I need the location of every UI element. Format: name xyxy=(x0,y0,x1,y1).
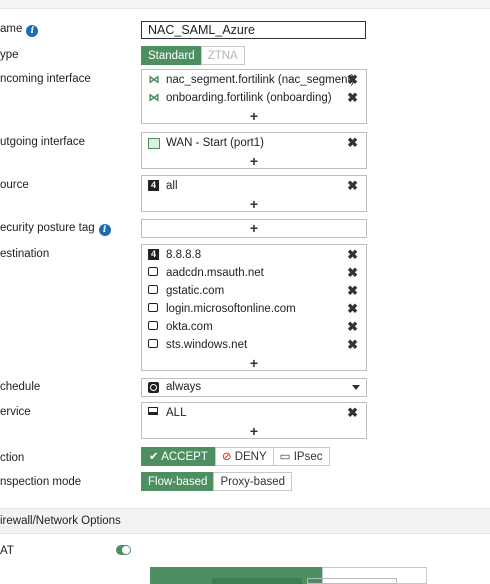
remove-icon[interactable]: ✖ xyxy=(347,177,358,195)
service-label: ervice xyxy=(0,406,31,418)
remove-icon[interactable]: ✖ xyxy=(347,264,358,282)
add-icon[interactable]: + xyxy=(142,152,366,170)
remove-icon[interactable]: ✖ xyxy=(347,89,358,107)
destination-label: estination xyxy=(0,248,50,260)
incoming-item: ⋈ onboarding.fortilink (onboarding) ✖ xyxy=(148,89,359,107)
fqdn-icon xyxy=(148,339,158,348)
inspection-mode-label: nspection mode xyxy=(0,476,82,488)
schedule-label: chedule xyxy=(0,381,41,393)
outgoing-item: WAN - Start (port1) ✖ xyxy=(142,134,366,152)
remove-icon[interactable]: ✖ xyxy=(347,336,358,354)
type-toggle: Standard ZTNA xyxy=(141,46,245,65)
destination-item: sts.windows.net ✖ xyxy=(142,336,366,354)
remove-icon[interactable]: ✖ xyxy=(347,282,358,300)
address-icon: 4 xyxy=(148,249,159,260)
incoming-item: ⋈ nac_segment.fortilink (nac_segment) ✖ xyxy=(148,71,359,89)
schedule-select[interactable]: always xyxy=(141,378,367,397)
remove-icon[interactable]: ✖ xyxy=(347,404,358,422)
source-label: ource xyxy=(0,179,29,191)
info-icon[interactable]: i xyxy=(98,224,111,236)
incoming-interface-box[interactable]: ⋈ nac_segment.fortilink (nac_segment) ✖ ⋈ o… xyxy=(141,69,367,124)
ipsec-button[interactable]: ▭ IPsec xyxy=(272,447,330,466)
destination-item: 4 8.8.8.8 ✖ xyxy=(142,246,366,264)
fqdn-icon xyxy=(148,303,158,312)
inspection-mode-toggle: Flow-based Proxy-based xyxy=(141,472,293,491)
address-icon: 4 xyxy=(148,180,159,191)
add-icon[interactable]: + xyxy=(142,220,366,238)
remove-icon[interactable]: ✖ xyxy=(347,300,358,318)
type-ztna-button[interactable]: ZTNA xyxy=(200,46,245,65)
destination-item: gstatic.com ✖ xyxy=(142,282,366,300)
action-toggle: ✔ ACCEPT ⊘ DENY ▭ IPsec xyxy=(141,447,330,466)
deny-icon: ⊘ xyxy=(221,451,232,463)
chevron-down-icon xyxy=(352,385,360,390)
add-icon[interactable]: + xyxy=(142,354,366,372)
name-label: ame i xyxy=(0,23,39,37)
nat-label: AT xyxy=(0,545,14,557)
schedule-icon xyxy=(148,382,159,393)
info-icon[interactable]: i xyxy=(26,25,39,37)
ok-button[interactable] xyxy=(212,578,302,584)
remove-icon[interactable]: ✖ xyxy=(347,318,358,336)
fqdn-icon xyxy=(148,321,158,330)
port-icon xyxy=(148,138,160,149)
cancel-button[interactable] xyxy=(307,578,397,584)
service-item: ALL ✖ xyxy=(142,404,366,422)
add-icon[interactable]: + xyxy=(142,422,366,440)
service-icon xyxy=(148,407,158,415)
destination-item: login.microsoftonline.com ✖ xyxy=(142,300,366,318)
nat-toggle[interactable] xyxy=(116,545,131,555)
add-icon[interactable]: + xyxy=(142,195,366,213)
destination-item: okta.com ✖ xyxy=(142,318,366,336)
fqdn-icon xyxy=(148,267,158,276)
name-input[interactable]: NAC_SAML_Azure xyxy=(141,21,366,39)
remove-icon[interactable]: ✖ xyxy=(347,246,358,264)
type-standard-button[interactable]: Standard xyxy=(141,46,202,65)
security-posture-tag-label: ecurity posture tag i xyxy=(0,222,111,236)
top-bar xyxy=(0,0,490,9)
incoming-interface-label: ncoming interface xyxy=(0,73,91,85)
interface-icon: ⋈ xyxy=(148,74,160,86)
laptop-icon: ▭ xyxy=(279,451,291,463)
fqdn-icon xyxy=(148,285,158,294)
flow-based-button[interactable]: Flow-based xyxy=(141,472,215,491)
destination-box[interactable]: 4 8.8.8.8 ✖ aadcdn.msauth.net ✖ gstatic.com… xyxy=(141,244,367,371)
deny-button[interactable]: ⊘ DENY xyxy=(214,447,274,466)
action-label: ction xyxy=(0,452,25,464)
outgoing-interface-label: utgoing interface xyxy=(0,136,86,148)
remove-icon[interactable]: ✖ xyxy=(347,134,358,152)
service-box[interactable]: ALL ✖ + xyxy=(141,402,367,439)
source-box[interactable]: 4 all ✖ + xyxy=(141,175,367,212)
outgoing-interface-box[interactable]: WAN - Start (port1) ✖ + xyxy=(141,132,367,169)
destination-item: aadcdn.msauth.net ✖ xyxy=(142,264,366,282)
remove-icon[interactable]: ✖ xyxy=(347,71,358,89)
source-item: 4 all ✖ xyxy=(142,177,366,195)
check-icon: ✔ xyxy=(149,451,159,463)
accept-button[interactable]: ✔ ACCEPT xyxy=(141,447,216,466)
firewall-network-options-header: irewall/Network Options xyxy=(0,508,490,534)
proxy-based-button[interactable]: Proxy-based xyxy=(213,472,293,491)
type-label: ype xyxy=(0,49,19,61)
interface-icon: ⋈ xyxy=(148,92,160,104)
add-icon[interactable]: + xyxy=(142,107,366,125)
security-posture-box[interactable]: + xyxy=(141,219,367,238)
